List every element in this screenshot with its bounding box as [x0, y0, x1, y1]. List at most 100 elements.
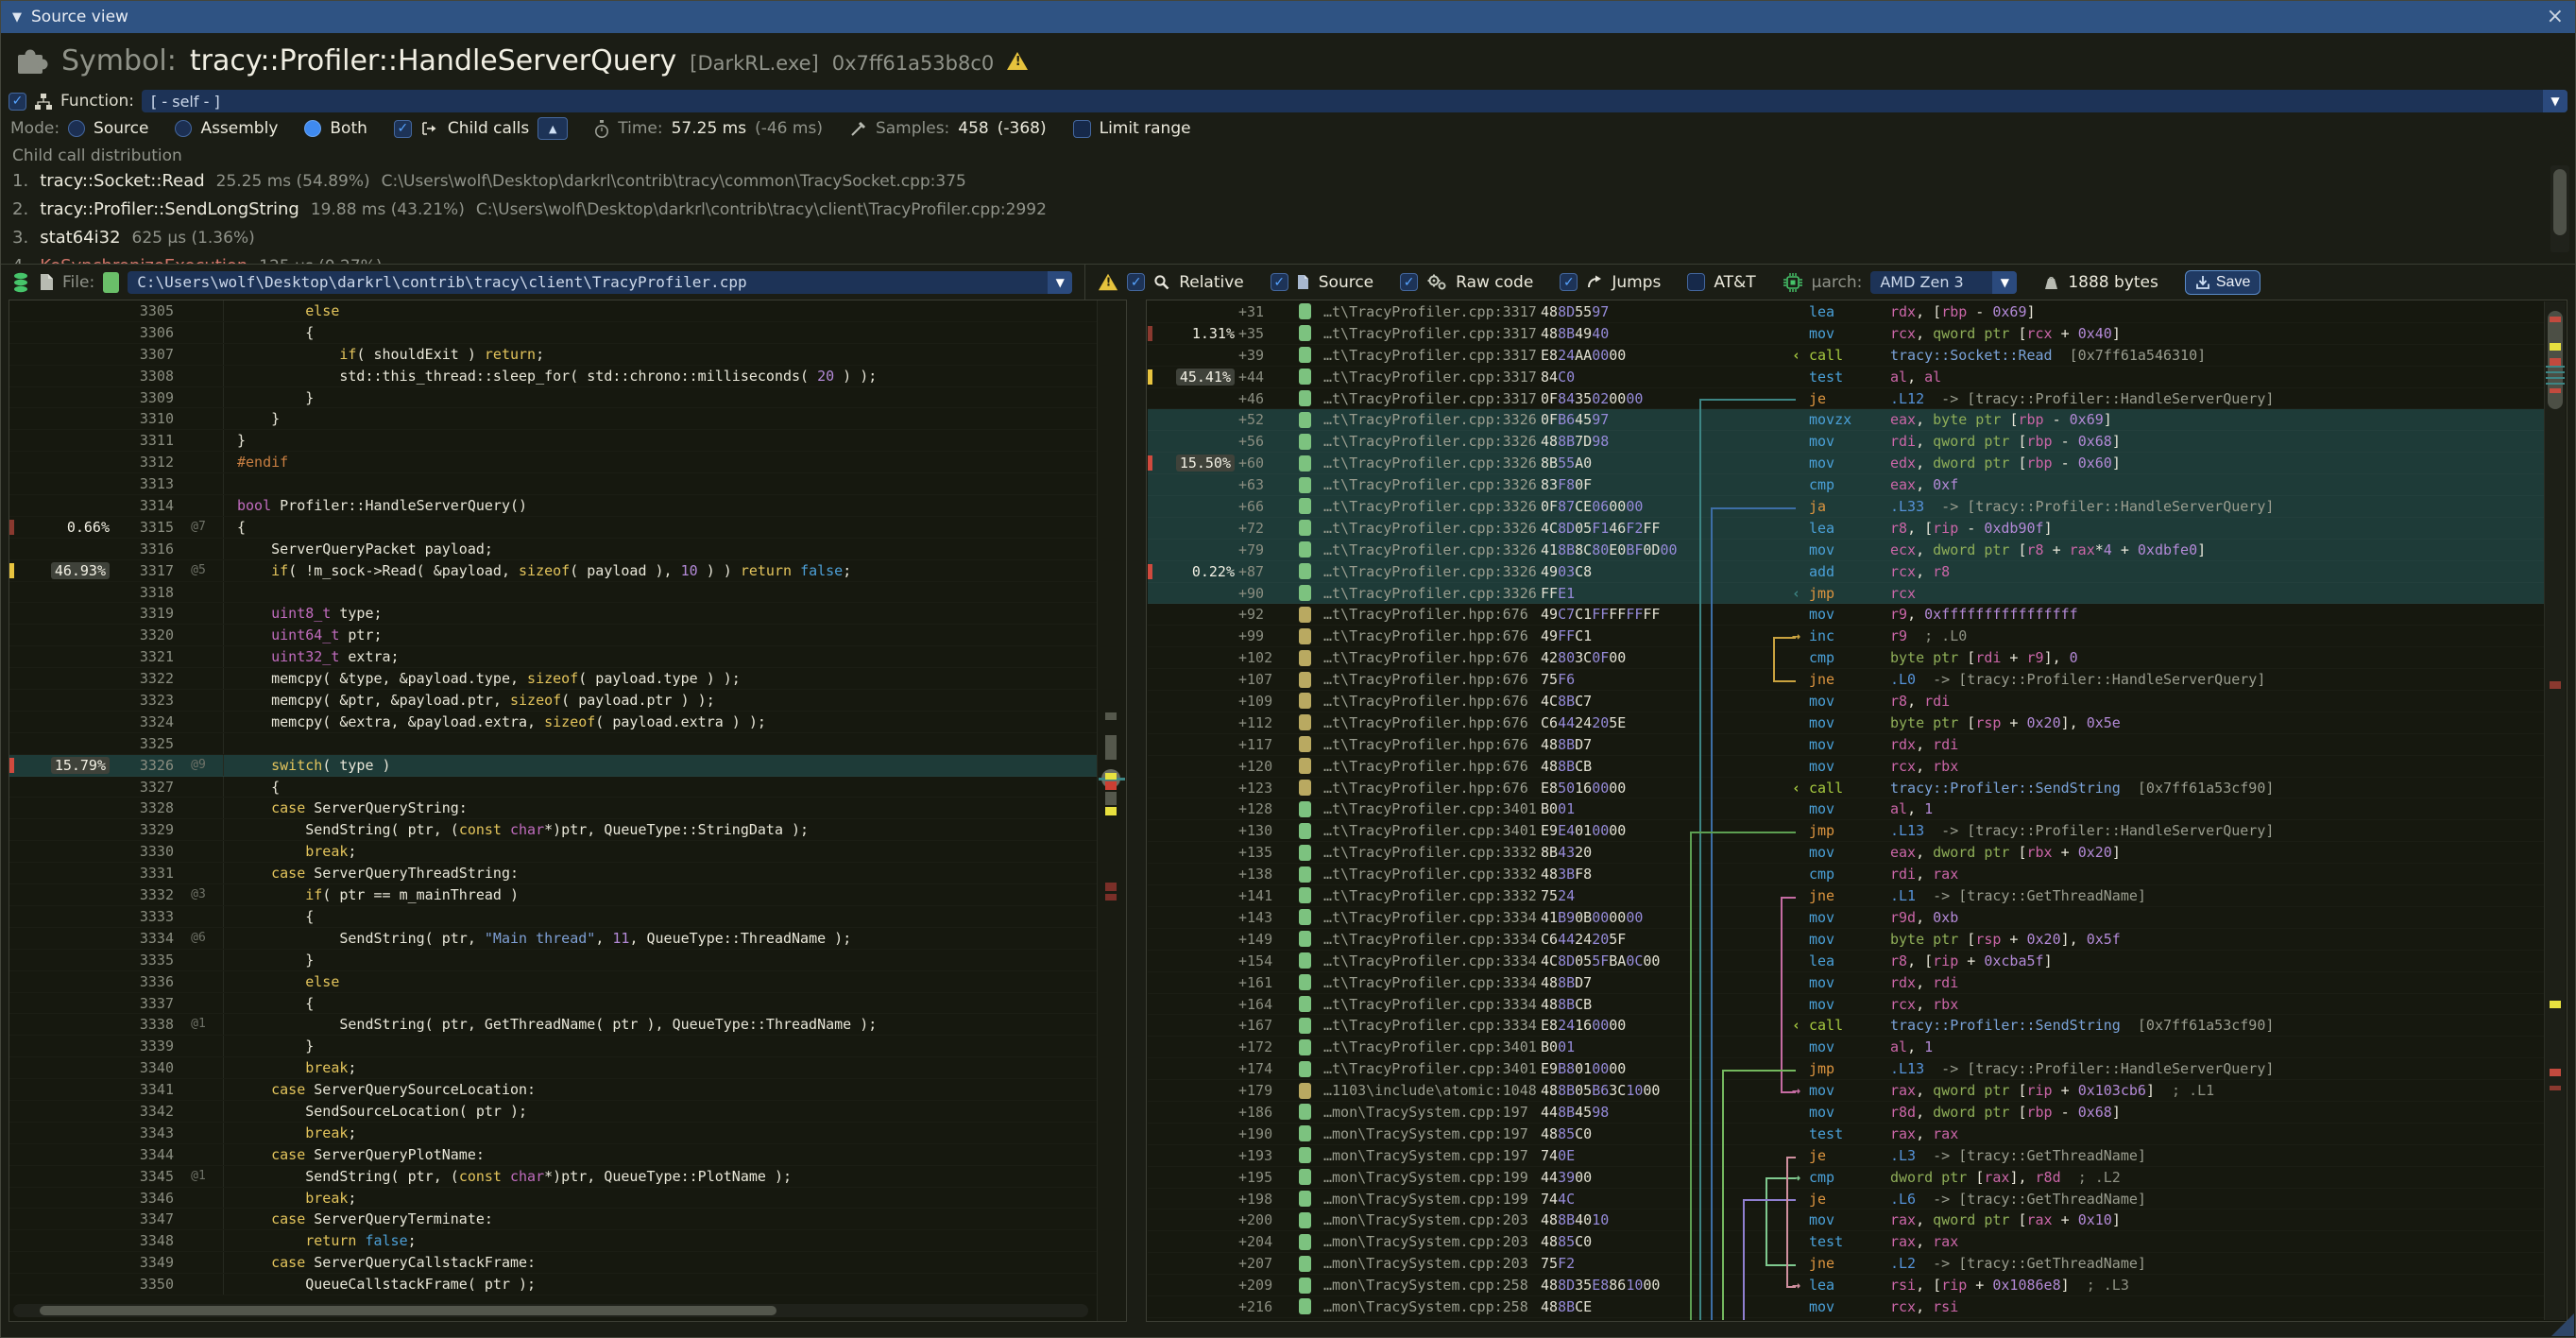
asm-location[interactable]: …t\TracyProfiler.cpp:3401 — [1323, 798, 1541, 819]
asm-location[interactable]: …t\TracyProfiler.cpp:3326 — [1323, 540, 1541, 560]
asm-row[interactable]: +216 …mon\TracySystem.cpp:258 488BCE mov… — [1148, 1296, 2544, 1318]
asm-location[interactable]: …mon\TracySystem.cpp:197 — [1323, 1102, 1541, 1123]
asm-location[interactable]: …t\TracyProfiler.cpp:3326 — [1323, 431, 1541, 452]
source-line-row[interactable]: 3318 — [9, 582, 1097, 604]
asm-location[interactable]: …t\TracyProfiler.hpp:676 — [1323, 669, 1541, 690]
asm-location[interactable]: …t\TracyProfiler.cpp:3332 — [1323, 864, 1541, 884]
asm-row[interactable]: +56 …t\TracyProfiler.cpp:3326 488B7D98 m… — [1148, 431, 2544, 453]
asm-row[interactable]: +154 …t\TracyProfiler.cpp:3334 4C8D055FB… — [1148, 951, 2544, 972]
asm-location[interactable]: …t\TracyProfiler.cpp:3326 — [1323, 518, 1541, 539]
source-line-row[interactable]: 3347 case ServerQueryTerminate: — [9, 1209, 1097, 1230]
asm-row[interactable]: +204 …mon\TracySystem.cpp:203 4885C0 tes… — [1148, 1231, 2544, 1253]
resize-grip[interactable] — [2551, 1313, 2574, 1336]
asm-row[interactable]: +200 …mon\TracySystem.cpp:203 488B4010 m… — [1148, 1209, 2544, 1231]
asm-location[interactable]: …t\TracyProfiler.cpp:3401 — [1323, 820, 1541, 841]
assembly-view[interactable]: +31 …t\TracyProfiler.cpp:3317 488D5597 l… — [1148, 301, 2544, 1320]
asm-row[interactable]: +193 …mon\TracySystem.cpp:197 740E je .L… — [1148, 1145, 2544, 1167]
file-dropdown[interactable]: C:\Users\wolf\Desktop\darkrl\contrib\tra… — [128, 271, 1072, 294]
asm-location[interactable]: …t\TracyProfiler.cpp:3332 — [1323, 842, 1541, 863]
source-line-row[interactable]: 3321 uint32_t extra; — [9, 646, 1097, 668]
source-line-row[interactable]: 3338 @1 SendString( ptr, GetThreadName( … — [9, 1014, 1097, 1036]
asm-row[interactable]: +143 …t\TracyProfiler.cpp:3334 41B90B000… — [1148, 907, 2544, 929]
asm-location[interactable]: …mon\TracySystem.cpp:258 — [1323, 1296, 1541, 1317]
child-call-item[interactable]: 1. tracy::Socket::Read 25.25 ms (54.89%)… — [12, 171, 2564, 199]
asm-row[interactable]: +109 …t\TracyProfiler.hpp:676 4C8BC7 mov… — [1148, 691, 2544, 712]
source-line-row[interactable]: 3343 break; — [9, 1123, 1097, 1144]
child-call-item[interactable]: 3. stat64i32 625 µs (1.36%) — [12, 228, 2564, 256]
asm-location[interactable]: …t\TracyProfiler.hpp:676 — [1323, 778, 1541, 798]
asm-row[interactable]: +72 …t\TracyProfiler.cpp:3326 4C8D05F146… — [1148, 518, 2544, 540]
source-line-row[interactable]: 3316 ServerQueryPacket payload; — [9, 539, 1097, 560]
source-line-row[interactable]: 3310 } — [9, 408, 1097, 430]
asm-location[interactable]: …t\TracyProfiler.cpp:3334 — [1323, 1015, 1541, 1036]
source-line-row[interactable]: 3332 @3 if( ptr == m_mainThread ) — [9, 884, 1097, 906]
asm-location[interactable]: …1103\include\atomic:1048 — [1323, 1080, 1541, 1101]
source-line-row[interactable]: 3312 #endif — [9, 452, 1097, 473]
asm-location[interactable]: …t\TracyProfiler.cpp:3326 — [1323, 496, 1541, 517]
source-line-row[interactable]: 3336 else — [9, 971, 1097, 993]
source-line-row[interactable]: 3325 — [9, 733, 1097, 755]
asm-location[interactable]: …t\TracyProfiler.hpp:676 — [1323, 647, 1541, 668]
source-line-row[interactable]: 3335 } — [9, 950, 1097, 971]
source-line-row[interactable]: 3348 return false; — [9, 1230, 1097, 1252]
asm-row[interactable]: +66 …t\TracyProfiler.cpp:3326 0F87CE0600… — [1148, 496, 2544, 518]
asm-row[interactable]: +79 …t\TracyProfiler.cpp:3326 418B8C80E0… — [1148, 540, 2544, 561]
asm-location[interactable]: …mon\TracySystem.cpp:203 — [1323, 1209, 1541, 1230]
function-dropdown[interactable]: [ - self - ] ▼ — [142, 90, 2567, 112]
asm-location[interactable]: …t\TracyProfiler.cpp:3334 — [1323, 929, 1541, 950]
child-calls-scrollbar[interactable] — [2550, 165, 2569, 252]
asm-location[interactable]: …t\TracyProfiler.cpp:3326 — [1323, 583, 1541, 604]
source-checkbox[interactable]: ✓ — [1271, 273, 1288, 291]
asm-location[interactable]: …t\TracyProfiler.cpp:3317 — [1323, 367, 1541, 387]
asm-location[interactable]: …mon\TracySystem.cpp:199 — [1323, 1189, 1541, 1209]
asm-row[interactable]: +130 …t\TracyProfiler.cpp:3401 E9E401000… — [1148, 820, 2544, 842]
asm-location[interactable]: …t\TracyProfiler.cpp:3326 — [1323, 561, 1541, 582]
source-line-row[interactable]: 3349 case ServerQueryCallstackFrame: — [9, 1252, 1097, 1274]
asm-row[interactable]: +141 …t\TracyProfiler.cpp:3332 7524 jne … — [1148, 885, 2544, 907]
asm-row[interactable]: +209 …mon\TracySystem.cpp:258 488D35E886… — [1148, 1275, 2544, 1296]
asm-location[interactable]: …t\TracyProfiler.cpp:3326 — [1323, 409, 1541, 430]
source-line-row[interactable]: 0.66% 3315 @7 { — [9, 517, 1097, 539]
asm-location[interactable]: …t\TracyProfiler.hpp:676 — [1323, 756, 1541, 777]
limit-range-checkbox[interactable] — [1073, 120, 1091, 138]
source-line-row[interactable]: 3322 memcpy( &type, &payload.type, sizeo… — [9, 668, 1097, 690]
source-line-row[interactable]: 3340 break; — [9, 1057, 1097, 1079]
asm-location[interactable]: …mon\TracySystem.cpp:197 — [1323, 1124, 1541, 1144]
source-line-row[interactable]: 3307 if( shouldExit ) return; — [9, 344, 1097, 366]
asm-location[interactable]: …t\TracyProfiler.cpp:3332 — [1323, 885, 1541, 906]
save-button[interactable]: Save — [2185, 270, 2260, 295]
function-checkbox[interactable]: ✓ — [9, 93, 26, 111]
asm-row[interactable]: 15.50% +60 …t\TracyProfiler.cpp:3326 8B5… — [1148, 453, 2544, 474]
asm-location[interactable]: …mon\TracySystem.cpp:197 — [1323, 1145, 1541, 1166]
source-line-row[interactable]: 3320 uint64_t ptr; — [9, 625, 1097, 646]
asm-location[interactable]: …t\TracyProfiler.cpp:3334 — [1323, 907, 1541, 928]
asm-location[interactable]: …t\TracyProfiler.hpp:676 — [1323, 712, 1541, 733]
uarch-dropdown[interactable]: AMD Zen 3 ▼ — [1870, 271, 2017, 294]
source-line-row[interactable]: 3339 } — [9, 1036, 1097, 1057]
child-calls-checkbox[interactable]: ✓ — [394, 120, 412, 138]
asm-location[interactable]: …t\TracyProfiler.cpp:3317 — [1323, 345, 1541, 366]
source-line-row[interactable]: 15.79% 3326 @9 switch( type ) — [9, 755, 1097, 777]
asm-row[interactable]: +117 …t\TracyProfiler.hpp:676 488BD7 mov… — [1148, 734, 2544, 756]
asm-row[interactable]: +46 …t\TracyProfiler.cpp:3317 0F84350200… — [1148, 388, 2544, 410]
asm-row[interactable]: +172 …t\TracyProfiler.cpp:3401 B001 mov … — [1148, 1037, 2544, 1058]
assembly-scrollbar[interactable] — [2544, 301, 2566, 1320]
asm-row[interactable]: +31 …t\TracyProfiler.cpp:3317 488D5597 l… — [1148, 301, 2544, 323]
child-call-item[interactable]: 2. tracy::Profiler::SendLongString 19.88… — [12, 199, 2564, 228]
asm-row[interactable]: +52 …t\TracyProfiler.cpp:3326 0FB64597 m… — [1148, 409, 2544, 431]
asm-row[interactable]: +92 …t\TracyProfiler.hpp:676 49C7C1FFFFF… — [1148, 604, 2544, 626]
raw-code-checkbox[interactable]: ✓ — [1400, 273, 1418, 291]
asm-row[interactable]: 0.22% +87 …t\TracyProfiler.cpp:3326 4903… — [1148, 561, 2544, 583]
asm-row[interactable]: +174 …t\TracyProfiler.cpp:3401 E9B801000… — [1148, 1058, 2544, 1080]
radio-both[interactable] — [304, 120, 321, 137]
asm-row[interactable]: +207 …mon\TracySystem.cpp:203 75F2 jne .… — [1148, 1253, 2544, 1275]
asm-row[interactable]: +120 …t\TracyProfiler.hpp:676 488BCB mov… — [1148, 756, 2544, 778]
source-line-row[interactable]: 3346 break; — [9, 1188, 1097, 1209]
source-line-row[interactable]: 3323 memcpy( &ptr, &payload.ptr, sizeof(… — [9, 690, 1097, 712]
asm-row[interactable]: +138 …t\TracyProfiler.cpp:3332 483BF8 cm… — [1148, 864, 2544, 885]
asm-location[interactable]: …t\TracyProfiler.hpp:676 — [1323, 734, 1541, 755]
source-line-row[interactable]: 3330 break; — [9, 841, 1097, 863]
asm-row[interactable]: +63 …t\TracyProfiler.cpp:3326 83F80F cmp… — [1148, 474, 2544, 496]
asm-row[interactable]: +161 …t\TracyProfiler.cpp:3334 488BD7 mo… — [1148, 972, 2544, 994]
asm-row[interactable]: 45.41% +44 …t\TracyProfiler.cpp:3317 84C… — [1148, 367, 2544, 388]
